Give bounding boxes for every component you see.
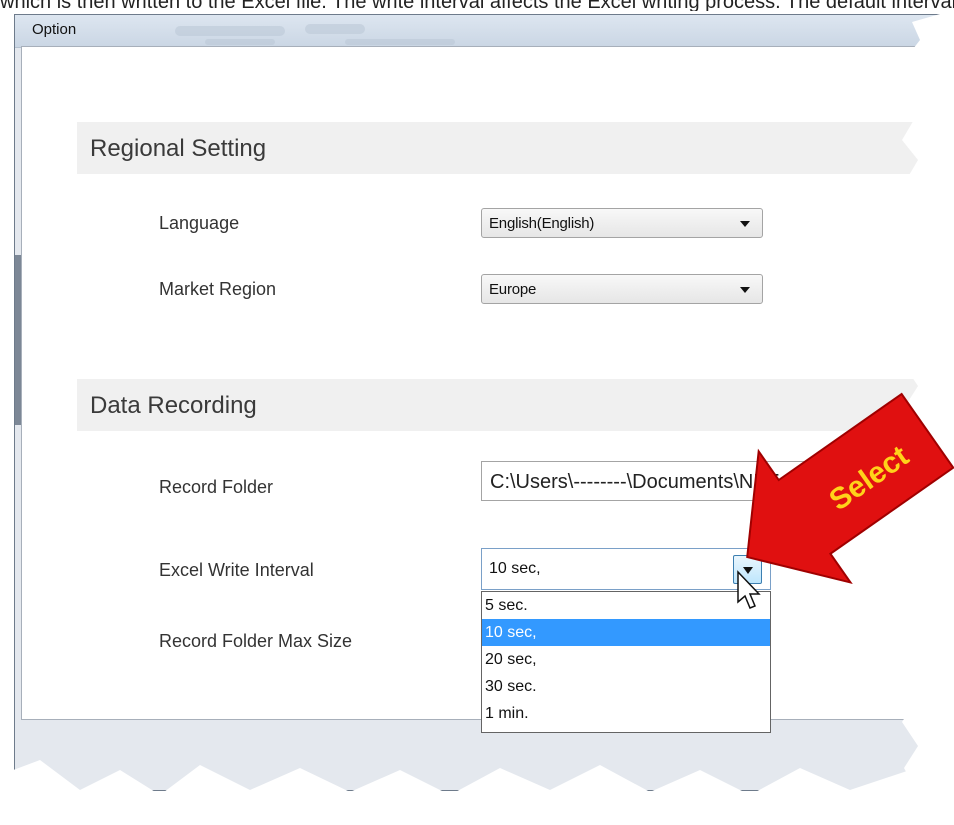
torn-bottom-edge (0, 760, 954, 825)
mouse-cursor-icon (737, 570, 761, 609)
select-callout: Select (746, 392, 954, 585)
callout-arrow-shape (746, 392, 954, 585)
